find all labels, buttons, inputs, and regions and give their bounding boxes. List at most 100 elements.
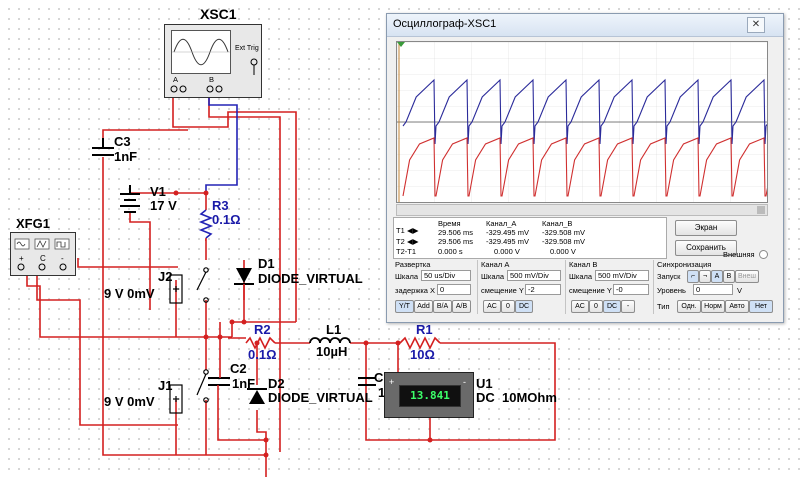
channel-b-scale-label: Шкала: [569, 272, 593, 281]
channel-b-zero-button[interactable]: 0: [589, 300, 603, 313]
mode-add-button[interactable]: Add: [414, 300, 433, 313]
trigger-type-label: Тип: [657, 302, 670, 311]
j2-value: 9 V 0mV: [104, 286, 155, 301]
time-scrollbar[interactable]: [396, 204, 768, 216]
svg-text:+: +: [19, 254, 24, 263]
mode-ba-button[interactable]: B/A: [433, 300, 452, 313]
trace-plot: [397, 42, 799, 202]
blue-wires: [205, 92, 238, 193]
l1-value: 10µH: [316, 344, 348, 359]
channel-a-ac-button[interactable]: AC: [483, 300, 501, 313]
d1-diode-symbol: [234, 268, 254, 300]
xsc1-oscilloscope-instrument[interactable]: Ext Trig A B: [164, 24, 262, 98]
xsc1-terminals[interactable]: [169, 83, 259, 95]
c2-name: C2: [230, 361, 247, 376]
xsc1-label: XSC1: [200, 6, 237, 22]
channel-b-scale-field[interactable]: 500 mV/Div: [595, 270, 649, 281]
row-t1-time: 29.506 ms: [438, 228, 474, 237]
channel-a-ypos-field[interactable]: -2: [525, 284, 561, 295]
d1-name: D1: [258, 256, 275, 271]
external-label: Внешняя: [723, 250, 755, 259]
row-t1-a: -329.495 mV: [486, 228, 529, 237]
oscilloscope-title: Осциллограф-XSC1: [393, 18, 497, 30]
t1-arrows-icon[interactable]: ◀▶: [407, 226, 419, 235]
u1-voltmeter[interactable]: 13.841 + -: [384, 372, 474, 418]
row-t2-a: -329.495 mV: [486, 237, 529, 246]
row-diff-label: T2-T1: [396, 247, 417, 256]
screen-button[interactable]: Экран: [675, 220, 737, 236]
oscilloscope-screen[interactable]: [396, 41, 799, 203]
r2-value: 0.1Ω: [248, 347, 277, 362]
ext-trig-label: Ext Trig: [235, 45, 259, 52]
row-t2-time: 29.506 ms: [438, 237, 474, 246]
svg-text:-: -: [61, 254, 64, 263]
ext-trig-terminal-icon[interactable]: [249, 57, 261, 77]
col-channel-b-header: Канал_B: [542, 219, 573, 228]
oscilloscope-window[interactable]: Осциллограф-XSC1 ✕ Время Канал_A Канал_B…: [386, 13, 799, 323]
trigger-single-button[interactable]: Одн.: [677, 300, 701, 313]
trigger-edge-label: Запуск: [657, 272, 681, 281]
t2-arrows-icon[interactable]: ◀▶: [407, 237, 419, 246]
trigger-normal-button[interactable]: Норм: [701, 300, 725, 313]
trigger-title: Синхронизация: [657, 260, 712, 269]
trigger-none-button[interactable]: Нет: [749, 300, 773, 313]
j2-name: J2: [158, 269, 173, 284]
u1-resistance: 10MOhm: [502, 390, 557, 405]
trigger-auto-button[interactable]: Авто: [725, 300, 749, 313]
close-button[interactable]: ✕: [747, 17, 765, 33]
v1-value: 17 V: [150, 198, 177, 213]
timebase-scale-label: Шкала: [395, 272, 419, 281]
timebase-scale-field[interactable]: 50 us/Div: [421, 270, 471, 281]
col-time-header: Время: [438, 219, 461, 228]
l1-inductor-symbol: [309, 337, 351, 344]
row-t1-b: -329.508 mV: [542, 228, 585, 237]
channel-b-invert-button[interactable]: -: [621, 300, 635, 313]
trigger-source-b-button[interactable]: B: [723, 270, 735, 283]
c3-capacitor-symbol: [92, 138, 114, 156]
j1-name: J1: [158, 378, 173, 393]
channel-a-zero-button[interactable]: 0: [501, 300, 515, 313]
xfg1-label: XFG1: [16, 216, 50, 231]
channel-a-scale-field[interactable]: 500 mV/Div: [507, 270, 561, 281]
rising-edge-button[interactable]: ⌐: [687, 270, 699, 283]
channel-a-title: Канал A: [481, 260, 510, 269]
trigger-source-ext-button[interactable]: Внеш: [735, 270, 759, 283]
u1-name: U1: [476, 376, 493, 391]
r3-value: 0.1Ω: [212, 212, 241, 227]
c3-name: C3: [114, 134, 131, 149]
rising-edge-icon: ⌐: [690, 273, 696, 280]
trigger-level-unit: V: [737, 286, 743, 295]
oscilloscope-titlebar[interactable]: Осциллограф-XSC1 ✕: [387, 14, 783, 37]
r3-name: R3: [212, 198, 229, 213]
v1-name: V1: [150, 184, 166, 199]
svg-text:C: C: [40, 254, 46, 263]
trigger-source-a-button[interactable]: A: [711, 270, 723, 283]
r1-value: 10Ω: [410, 347, 435, 362]
d2-value: DIODE_VIRTUAL: [268, 390, 373, 405]
channel-a-scale-label: Шкала: [481, 272, 505, 281]
r3-resistor-symbol: [198, 209, 214, 239]
trigger-level-field[interactable]: 0: [693, 284, 733, 295]
channel-b-ac-button[interactable]: AC: [571, 300, 589, 313]
row-t2-label: T2: [396, 237, 405, 246]
d2-diode-symbol: [247, 388, 267, 404]
cursor-readout-table: Время Канал_A Канал_B T1 ◀▶ 29.506 ms -3…: [393, 217, 667, 259]
d1-value: DIODE_VIRTUAL: [258, 271, 363, 286]
channel-a-dc-button[interactable]: DC: [515, 300, 533, 313]
xsc1-mini-screen: [171, 30, 231, 74]
external-radio[interactable]: [759, 250, 768, 259]
c3-value: 1nF: [114, 149, 138, 164]
row-diff-b: 0.000 V: [550, 247, 576, 256]
trigger-level-label: Уровень: [657, 286, 686, 295]
channel-b-ypos-field[interactable]: -0: [613, 284, 649, 295]
mode-ab-button[interactable]: A/B: [452, 300, 471, 313]
row-diff-a: 0.000 V: [494, 247, 520, 256]
falling-edge-button[interactable]: ¬: [699, 270, 711, 283]
timebase-title: Развертка: [395, 260, 431, 269]
row-t2-b: -329.508 mV: [542, 237, 585, 246]
xfg1-function-generator-instrument[interactable]: + C -: [10, 232, 76, 276]
channel-b-dc-button[interactable]: DC: [603, 300, 621, 313]
mode-yt-button[interactable]: Y/T: [395, 300, 414, 313]
x-position-field[interactable]: 0: [437, 284, 471, 295]
j1-value: 9 V 0mV: [104, 394, 155, 409]
